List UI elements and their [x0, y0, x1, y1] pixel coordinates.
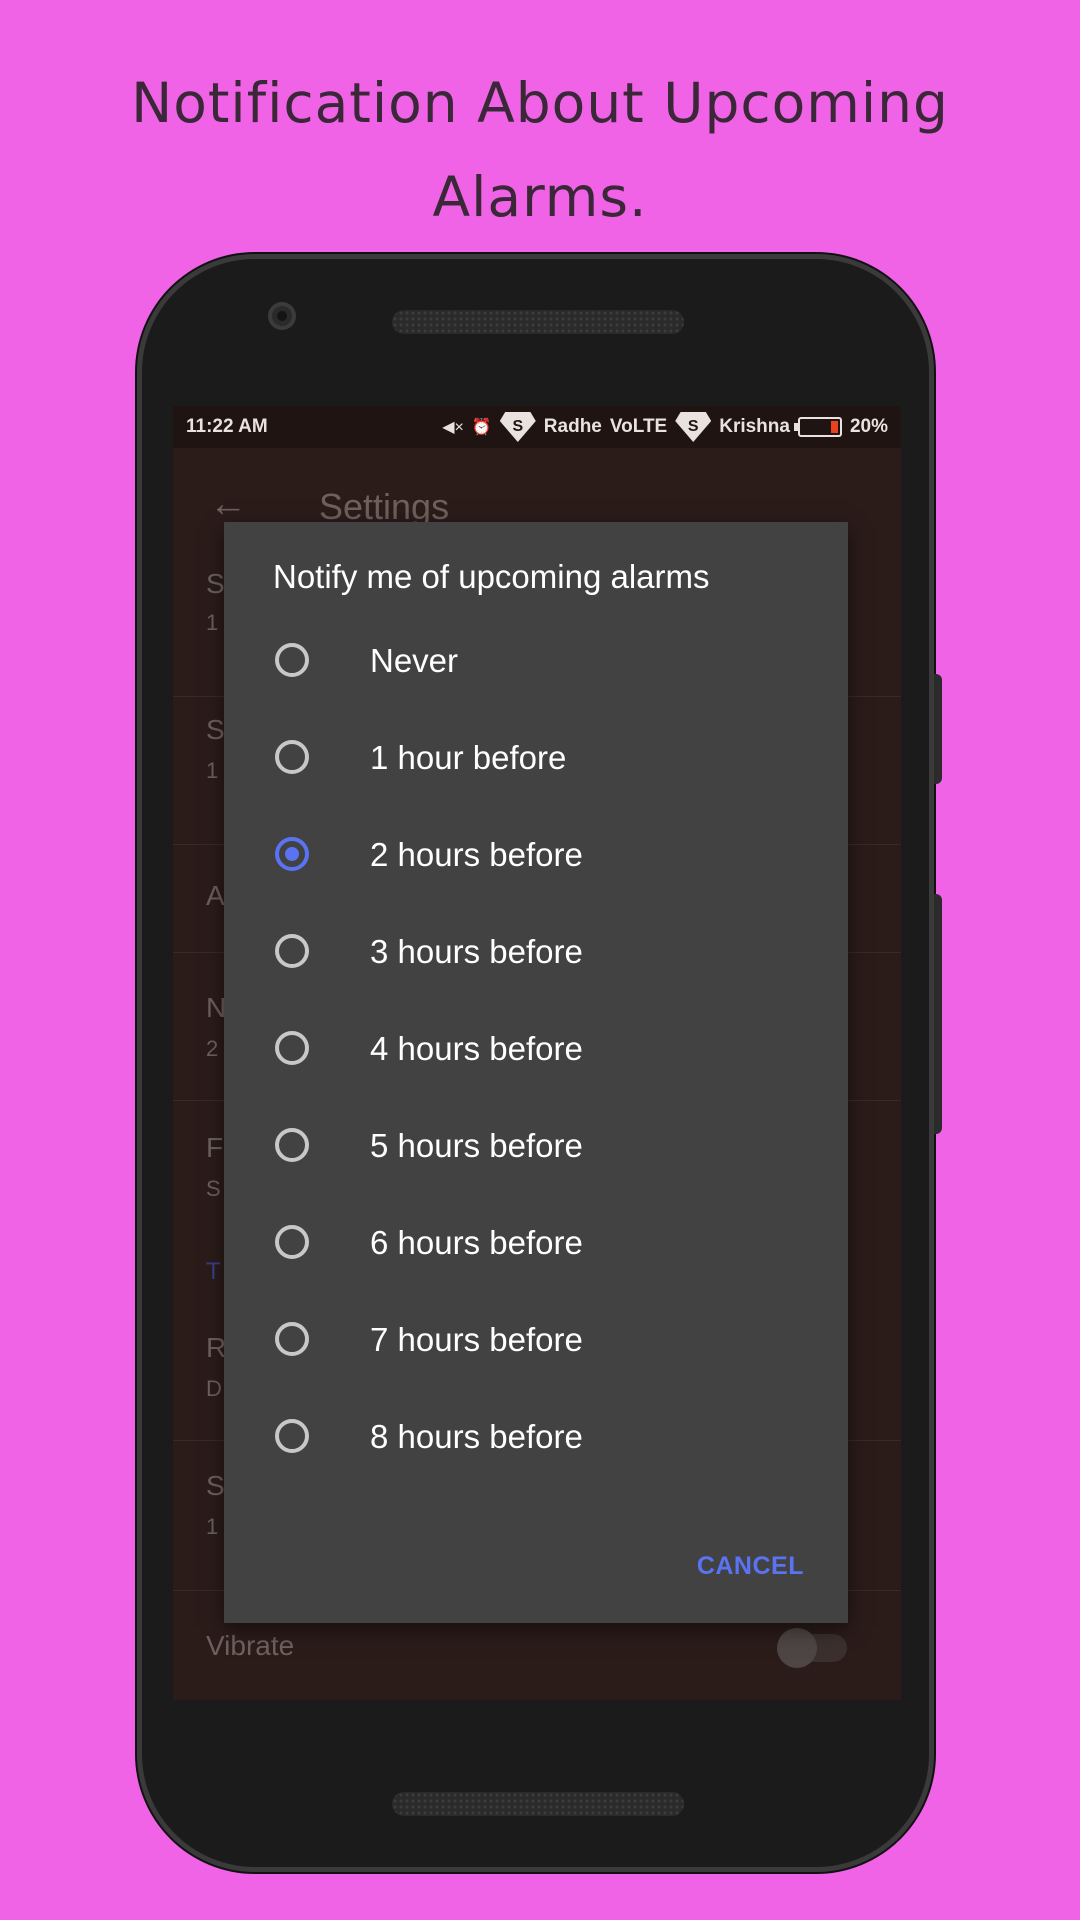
- option-6-hours[interactable]: 6 hours before: [224, 1194, 848, 1291]
- status-time: 11:22 AM: [186, 416, 268, 437]
- superman-shield-icon: S: [675, 412, 712, 442]
- vibrate-label: Vibrate: [206, 1630, 295, 1661]
- promo-title: Notification About Upcoming Alarms.: [60, 56, 1020, 244]
- front-camera: [268, 302, 296, 330]
- option-label: 2 hours before: [370, 836, 583, 873]
- dialog-title: Notify me of upcoming alarms: [273, 558, 710, 595]
- mute-icon: ◀×: [442, 419, 464, 436]
- radio-icon[interactable]: [275, 643, 309, 677]
- top-speaker: [392, 310, 684, 334]
- option-1-hour[interactable]: 1 hour before: [224, 709, 848, 806]
- option-label: 5 hours before: [370, 1127, 583, 1164]
- carrier-1: Radhe: [543, 416, 602, 437]
- network-type: VoLTE: [609, 416, 668, 437]
- toggle-thumb: [777, 1628, 817, 1668]
- option-8-hours[interactable]: 8 hours before: [224, 1388, 848, 1485]
- vibrate-toggle[interactable]: [777, 1628, 847, 1668]
- radio-checked-icon[interactable]: [275, 837, 309, 871]
- superman-shield-icon: S: [499, 412, 536, 442]
- option-7-hours[interactable]: 7 hours before: [224, 1291, 848, 1388]
- battery-percent: 20%: [849, 416, 888, 437]
- bottom-speaker: [392, 1792, 684, 1816]
- option-label: 6 hours before: [370, 1224, 583, 1261]
- notify-dialog: Notify me of upcoming alarms Never 1 hou…: [224, 522, 848, 1623]
- radio-icon[interactable]: [275, 740, 309, 774]
- option-5-hours[interactable]: 5 hours before: [224, 1097, 848, 1194]
- option-label: 8 hours before: [370, 1418, 583, 1455]
- alarm-icon: ⏰: [471, 419, 492, 436]
- battery-icon: [793, 417, 842, 437]
- radio-icon[interactable]: [275, 1419, 309, 1453]
- option-never[interactable]: Never: [224, 612, 848, 709]
- back-arrow-icon[interactable]: ←: [209, 485, 251, 523]
- power-button[interactable]: [934, 674, 942, 784]
- option-label: Never: [370, 642, 459, 679]
- cancel-button[interactable]: CANCEL: [664, 1538, 804, 1594]
- option-label: 1 hour before: [370, 739, 567, 776]
- option-label: 3 hours before: [370, 933, 583, 970]
- radio-icon[interactable]: [275, 1031, 309, 1065]
- radio-icon[interactable]: [275, 1225, 309, 1259]
- option-3-hours[interactable]: 3 hours before: [224, 903, 848, 1000]
- phone-screen: 11:22 AM ◀× ⏰ S Radhe VoLTE S Krishna 20…: [173, 406, 901, 1700]
- promo-title-line-1: Notification About Upcoming: [131, 71, 949, 135]
- option-label: 7 hours before: [370, 1321, 583, 1358]
- radio-icon[interactable]: [275, 1322, 309, 1356]
- settings-section-header: T: [206, 1258, 221, 1285]
- radio-icon[interactable]: [275, 1128, 309, 1162]
- status-bar: 11:22 AM ◀× ⏰ S Radhe VoLTE S Krishna 20…: [173, 406, 901, 448]
- promo-title-line-2: Alarms.: [432, 165, 648, 229]
- carrier-2: Krishna: [719, 416, 790, 437]
- radio-icon[interactable]: [275, 934, 309, 968]
- option-4-hours[interactable]: 4 hours before: [224, 1000, 848, 1097]
- volume-button[interactable]: [934, 894, 942, 1134]
- option-2-hours[interactable]: 2 hours before: [224, 806, 848, 903]
- option-label: 4 hours before: [370, 1030, 583, 1067]
- status-icons: ◀× ⏰ S Radhe VoLTE S Krishna 20%: [442, 412, 888, 442]
